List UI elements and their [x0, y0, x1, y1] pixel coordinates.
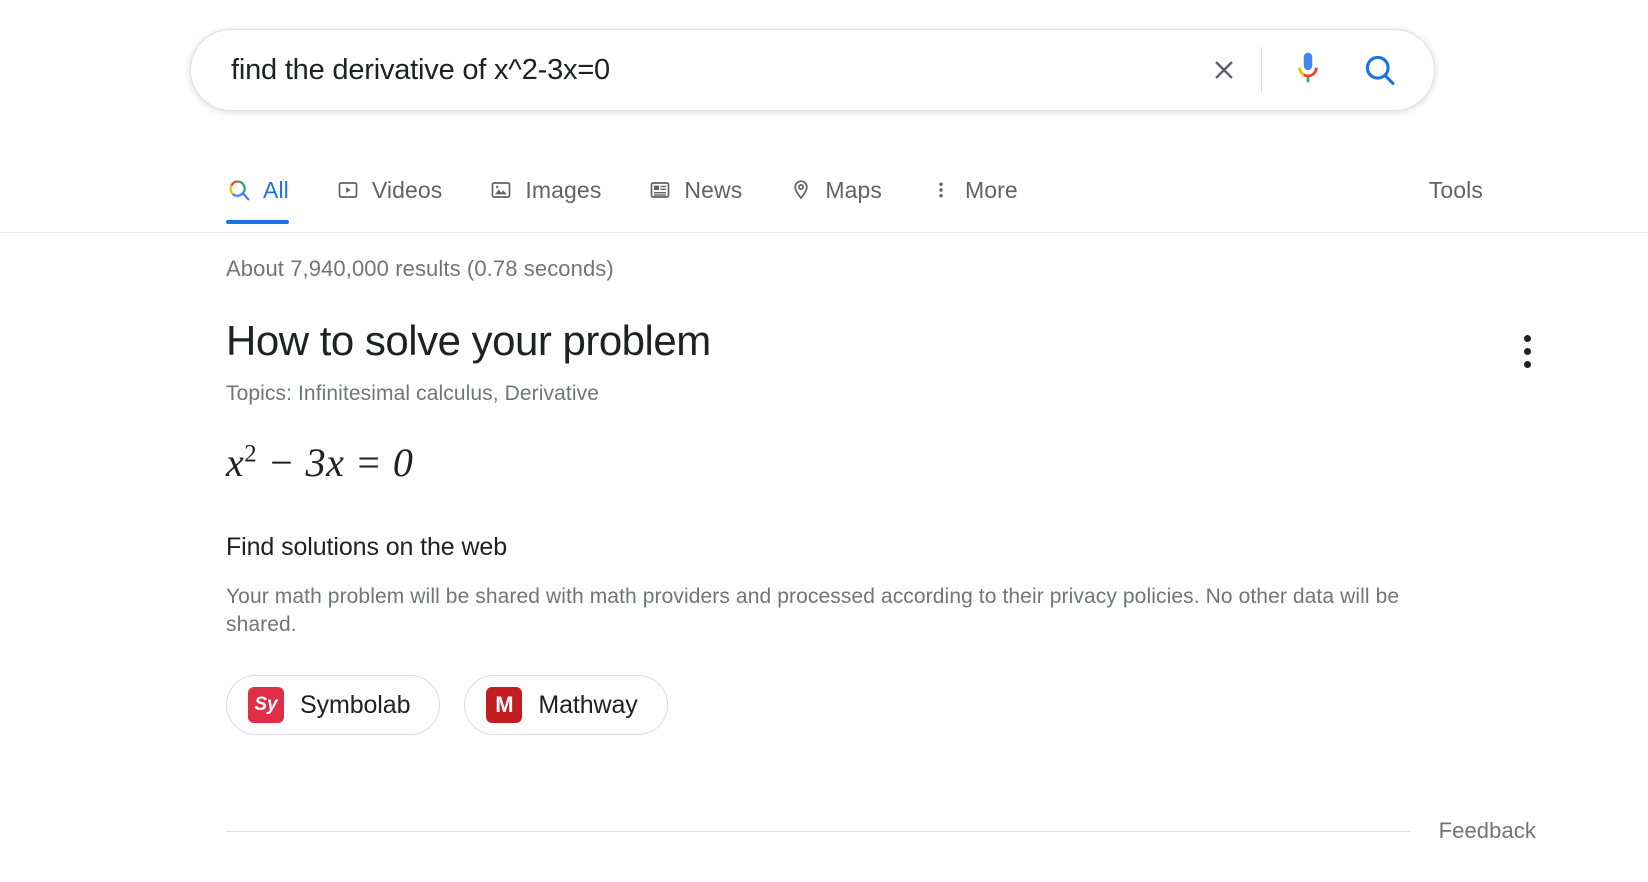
tab-label: Videos — [372, 177, 443, 204]
tab-more[interactable]: More — [928, 160, 1018, 220]
privacy-disclaimer: Your math problem will be shared with ma… — [226, 583, 1469, 639]
kebab-dot — [1524, 361, 1531, 368]
search-bar[interactable] — [190, 29, 1435, 111]
tab-label: News — [684, 177, 742, 204]
tab-label: Images — [525, 177, 601, 204]
kebab-dot — [1524, 348, 1531, 355]
search-bar-divider — [1261, 47, 1262, 93]
provider-button-symbolab[interactable]: Sy Symbolab — [226, 675, 440, 735]
equation-rest: − 3x = 0 — [257, 440, 413, 485]
provider-label: Mathway — [538, 691, 637, 720]
tools-button[interactable]: Tools — [1429, 177, 1483, 204]
more-vertical-icon[interactable] — [1510, 329, 1544, 373]
equation-exponent: 2 — [244, 441, 257, 468]
map-pin-icon — [788, 177, 814, 203]
provider-button-mathway[interactable]: M Mathway — [464, 675, 667, 735]
tab-label: More — [965, 177, 1018, 204]
footer: Feedback — [226, 818, 1536, 844]
active-tab-indicator — [226, 220, 289, 224]
math-equation: x2 − 3x = 0 — [226, 439, 1536, 486]
card-topics: Topics: Infinitesimal calculus, Derivati… — [226, 382, 1536, 406]
tab-videos[interactable]: Videos — [335, 160, 443, 220]
more-vertical-icon — [928, 177, 954, 203]
feedback-link[interactable]: Feedback — [1439, 818, 1536, 844]
symbolab-logo-icon: Sy — [248, 687, 284, 723]
search-nav-bar: All Videos Images — [0, 160, 1648, 233]
provider-label: Symbolab — [300, 691, 410, 720]
tab-images[interactable]: Images — [488, 160, 601, 220]
math-solver-card: How to solve your problem — [226, 317, 1536, 365]
search-input[interactable] — [229, 53, 1201, 88]
footer-divider — [226, 831, 1411, 832]
kebab-dot — [1524, 335, 1531, 342]
mathway-logo-icon: M — [486, 687, 522, 723]
tab-all[interactable]: All — [226, 160, 289, 220]
news-icon — [647, 177, 673, 203]
close-icon[interactable] — [1201, 47, 1247, 93]
microphone-icon[interactable] — [1288, 48, 1328, 92]
video-icon — [335, 177, 361, 203]
section-title: Find solutions on the web — [226, 533, 1536, 562]
search-bar-container — [190, 29, 1435, 111]
page-title: How to solve your problem — [226, 317, 1536, 365]
google-search-icon — [226, 177, 252, 203]
image-icon — [488, 177, 514, 203]
search-results: About 7,940,000 results (0.78 seconds) H… — [226, 232, 1536, 735]
tab-news[interactable]: News — [647, 160, 742, 220]
tab-label: Maps — [825, 177, 882, 204]
search-icon[interactable] — [1360, 50, 1400, 90]
nav-tabs: All Videos Images — [226, 160, 1064, 232]
equation-base: x — [226, 440, 244, 485]
result-stats: About 7,940,000 results (0.78 seconds) — [226, 256, 1536, 282]
tab-label: All — [263, 177, 289, 204]
tab-maps[interactable]: Maps — [788, 160, 882, 220]
provider-buttons: Sy Symbolab M Mathway — [226, 675, 1536, 735]
